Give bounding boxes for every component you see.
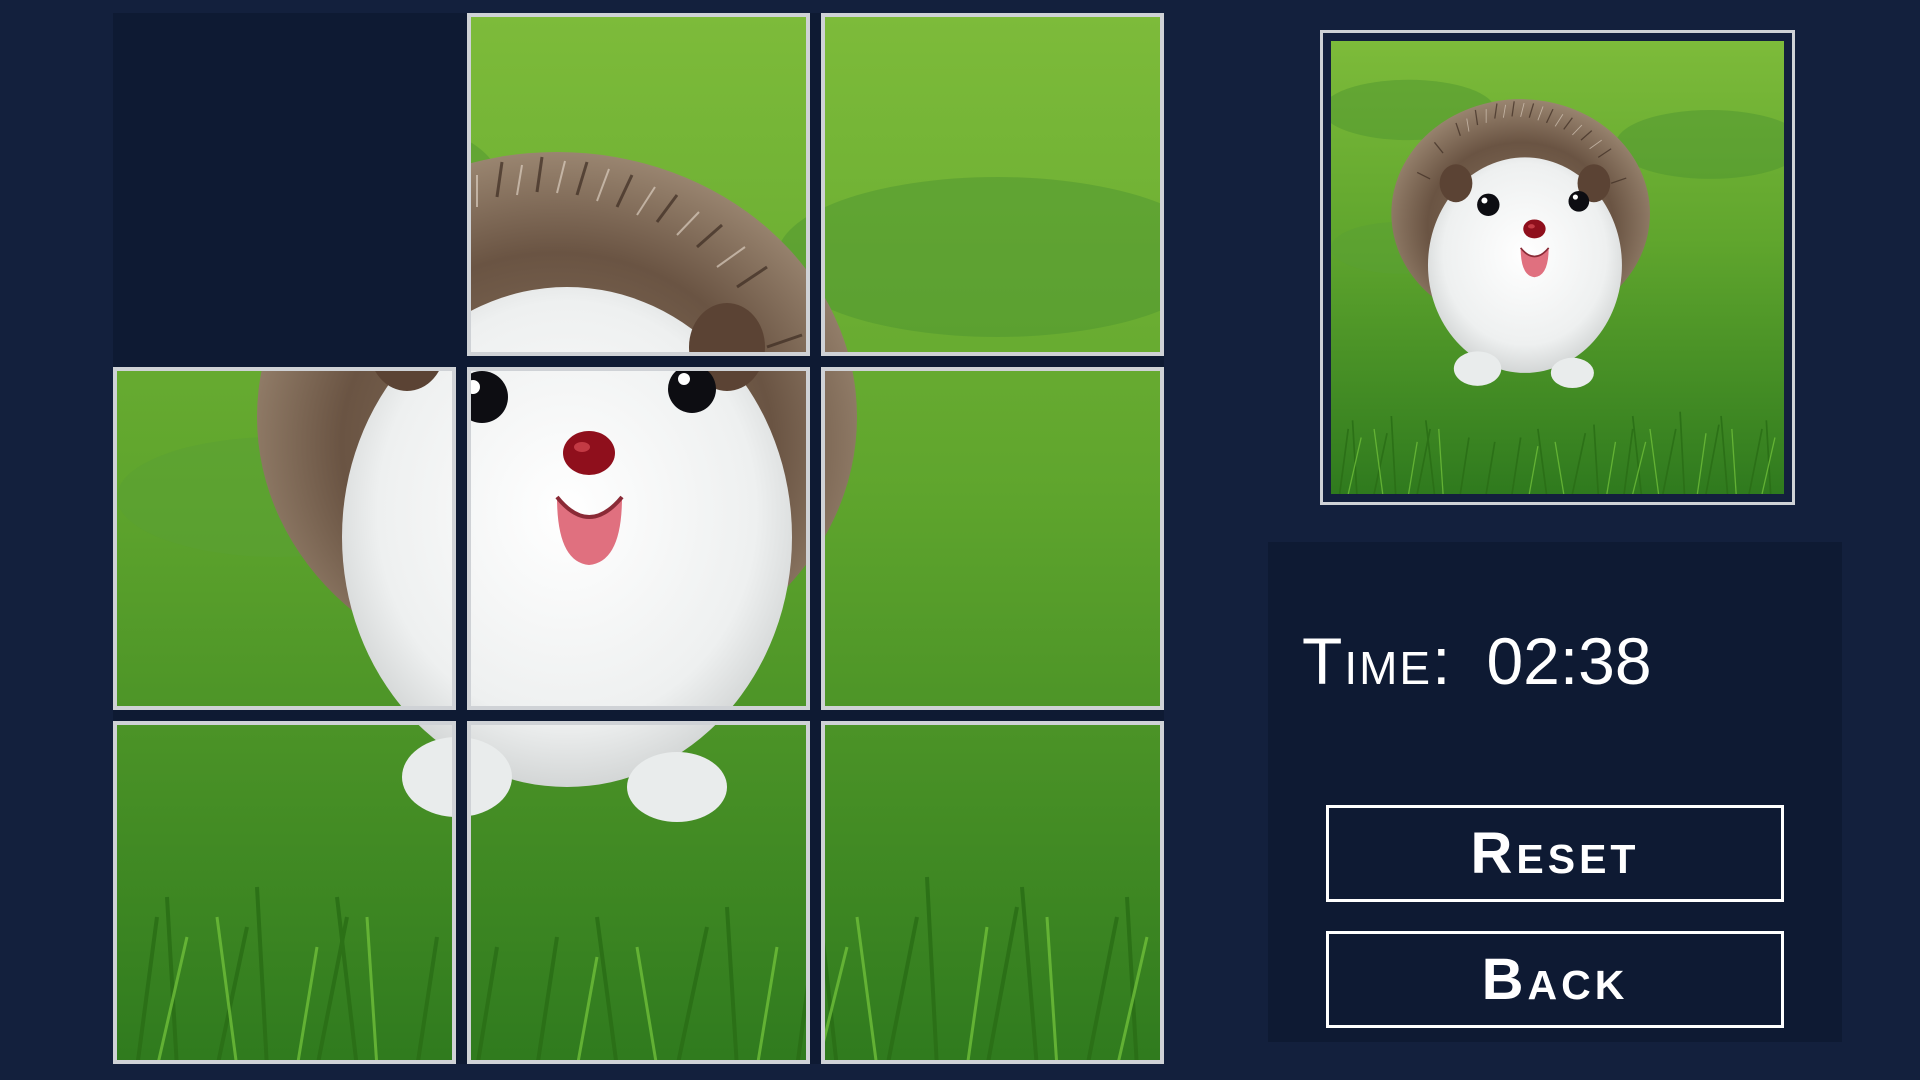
puzzle-tile[interactable] — [113, 367, 456, 710]
tile-image — [117, 371, 452, 706]
timer-label: Time: — [1302, 624, 1453, 698]
puzzle-tile[interactable] — [467, 367, 810, 710]
puzzle-tile[interactable] — [467, 13, 810, 356]
tile-image — [825, 17, 1160, 352]
info-panel: Time: 02:38 Reset Back — [1268, 542, 1842, 1042]
reference-preview — [1320, 30, 1795, 505]
tile-image — [117, 725, 452, 1060]
timer-display: Time: 02:38 — [1302, 628, 1652, 694]
puzzle-tile[interactable] — [113, 721, 456, 1064]
puzzle-tile[interactable] — [821, 721, 1164, 1064]
puzzle-tile[interactable] — [821, 367, 1164, 710]
tile-image — [471, 17, 806, 352]
puzzle-tile[interactable] — [467, 721, 810, 1064]
tile-image — [825, 725, 1160, 1060]
game-screen: Time: 02:38 Reset Back — [0, 0, 1920, 1080]
tile-image — [471, 371, 806, 706]
puzzle-tile[interactable] — [821, 13, 1164, 356]
empty-slot — [113, 13, 456, 356]
tile-image — [471, 725, 806, 1060]
puzzle-board — [113, 13, 1164, 1064]
back-button[interactable]: Back — [1326, 931, 1784, 1028]
timer-value: 02:38 — [1486, 624, 1652, 698]
reset-button[interactable]: Reset — [1326, 805, 1784, 902]
preview-image — [1331, 41, 1784, 494]
tile-image — [825, 371, 1160, 706]
